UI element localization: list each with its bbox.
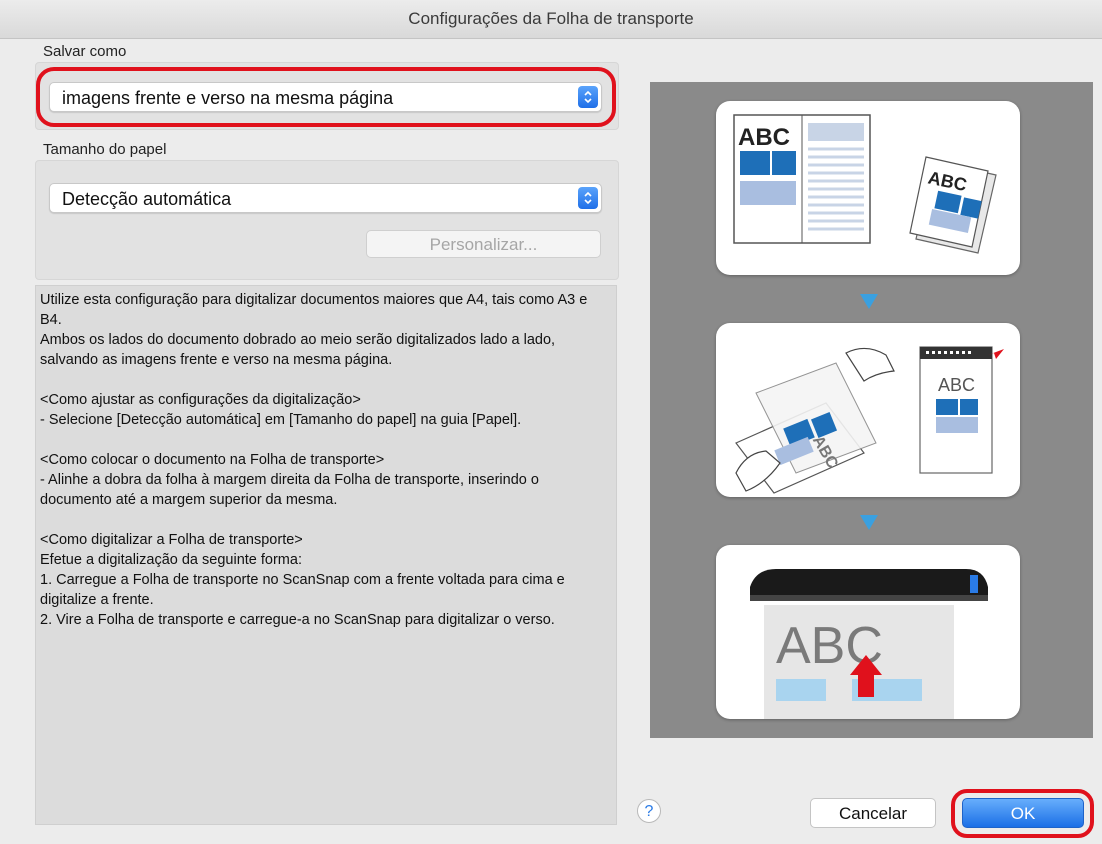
description-line: <Como colocar o documento na Folha de tr… [40, 452, 385, 468]
paper-size-group [35, 160, 619, 280]
illustration-step-fold: ABC ABC [716, 101, 1020, 275]
save-as-label: Salvar como [43, 43, 127, 60]
description-line: Utilize esta configuração para digitaliz… [40, 292, 588, 328]
paper-size-label: Tamanho do papel [43, 141, 167, 158]
folded-document-illustration: ABC ABC [733, 114, 997, 254]
customize-button[interactable]: Personalizar... [366, 230, 601, 258]
description-line: <Como digitalizar a Folha de transporte> [40, 532, 303, 548]
popup-stepper-icon [578, 187, 598, 209]
highlight-ring-save-as [36, 67, 616, 127]
cancel-button[interactable]: Cancelar [810, 798, 936, 828]
paper-size-selected-value: Detecção automática [62, 189, 232, 209]
description-line: - Alinhe a dobra da folha à margem direi… [40, 472, 539, 508]
description-line: <Como ajustar as configurações da digita… [40, 392, 361, 408]
window-title: Configurações da Folha de transporte [0, 0, 1102, 39]
description-line: 1. Carregue a Folha de transporte no Sca… [40, 572, 565, 608]
illustration-panel: ABC ABC ABC ABC ABC [650, 82, 1093, 738]
abc-text: ABC [738, 124, 790, 151]
abc-text: ABC [938, 375, 975, 395]
scanner-illustration: ABC [750, 569, 988, 719]
description-line: Ambos os lados do documento dobrado ao m… [40, 332, 556, 368]
down-arrow-icon [860, 294, 878, 309]
description-line: 2. Vire a Folha de transporte e carregue… [40, 612, 555, 628]
description-line: - Selecione [Detecção automática] em [Ta… [40, 412, 522, 428]
insert-document-illustration: ABC ABC [735, 346, 1004, 494]
down-arrow-icon [860, 515, 878, 530]
illustration-step-insert: ABC ABC [716, 323, 1020, 497]
illustration-step-scan: ABC [716, 545, 1020, 719]
paper-size-select[interactable]: Detecção automática [49, 183, 602, 213]
help-button[interactable]: ? [637, 799, 661, 823]
dialog-window: Configurações da Folha de transporte Sal… [0, 0, 1102, 844]
description-line: Efetue a digitalização da seguinte forma… [40, 552, 302, 568]
highlight-ring-ok [951, 789, 1094, 838]
description-panel: Utilize esta configuração para digitaliz… [35, 285, 617, 825]
